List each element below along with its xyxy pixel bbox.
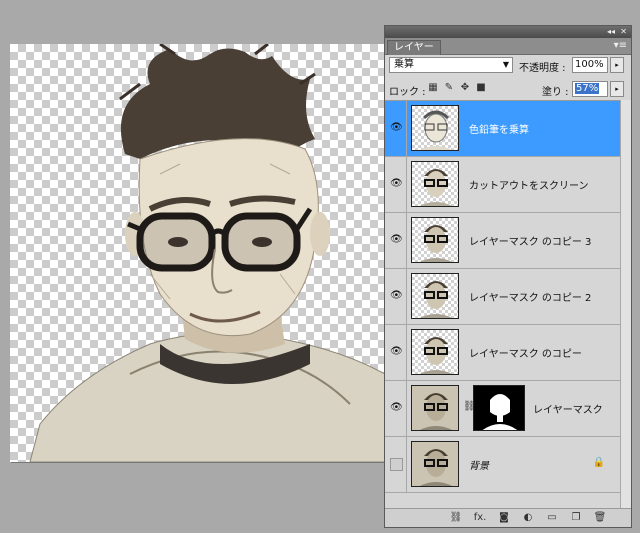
- visibility-toggle[interactable]: 👁: [385, 157, 407, 212]
- lock-label: ロック :: [389, 87, 426, 98]
- layer-thumbnail: [411, 441, 459, 487]
- eye-icon: 👁: [390, 178, 403, 189]
- layer-thumbnail: [411, 161, 459, 207]
- layer-thumbnail: [411, 329, 459, 375]
- layer-thumbnail: [411, 217, 459, 263]
- layer-name[interactable]: レイヤーマスク のコピー 2: [469, 289, 591, 304]
- layer-thumbnail: [411, 273, 459, 319]
- visibility-toggle[interactable]: 👁: [385, 101, 407, 156]
- panel-bottom-toolbar: ⛓ fx. ◙ ◐ ▭ ❐ 🗑: [385, 508, 631, 527]
- fill-label: 塗り :: [542, 87, 569, 98]
- portrait-image: [29, 44, 385, 462]
- layer-name[interactable]: カットアウトをスクリーン: [469, 177, 589, 192]
- blend-row: 乗算 ▼ 不透明度 : 100% ▸: [389, 57, 627, 75]
- close-icon[interactable]: ✕: [620, 27, 627, 37]
- layer-row[interactable]: 背景 🔒: [385, 437, 631, 493]
- blend-mode-value: 乗算: [394, 59, 414, 70]
- layer-name[interactable]: レイヤーマスク のコピー 3: [469, 233, 591, 248]
- link-layers-icon[interactable]: ⛓: [449, 511, 463, 525]
- lock-all-icon[interactable]: ■: [475, 82, 487, 94]
- visibility-toggle[interactable]: [385, 437, 407, 492]
- layer-name[interactable]: 背景: [469, 457, 489, 472]
- lock-pixels-icon[interactable]: ✎: [443, 82, 455, 94]
- layer-name[interactable]: レイヤーマスク: [533, 401, 603, 416]
- eye-icon: 👁: [390, 290, 403, 301]
- layer-name[interactable]: レイヤーマスク のコピー: [469, 345, 582, 360]
- lock-transparency-icon[interactable]: ▦: [427, 82, 439, 94]
- panel-menu-icon[interactable]: ▾≡: [614, 40, 627, 52]
- layer-thumbnail: [411, 385, 459, 431]
- eye-icon: 👁: [390, 402, 403, 413]
- document-canvas[interactable]: [10, 44, 385, 462]
- layer-row[interactable]: 👁 カットアウトをスクリーン: [385, 157, 631, 213]
- eye-icon: 👁: [390, 122, 403, 133]
- opacity-input[interactable]: 100%: [572, 57, 608, 73]
- layer-name[interactable]: 色鉛筆を乗算: [469, 121, 529, 136]
- blend-mode-select[interactable]: 乗算 ▼: [389, 57, 513, 73]
- lock-icon: 🔒: [592, 457, 605, 468]
- fill-slider-button[interactable]: ▸: [610, 81, 624, 97]
- layer-row[interactable]: 👁 ⛓ レイヤーマスク: [385, 381, 631, 437]
- layer-row[interactable]: 👁 レイヤーマスク のコピー 3: [385, 213, 631, 269]
- layer-row[interactable]: 👁 レイヤーマスク のコピー 2: [385, 269, 631, 325]
- visibility-toggle[interactable]: 👁: [385, 325, 407, 380]
- adjustment-icon[interactable]: ◐: [521, 511, 535, 525]
- eye-icon: 👁: [390, 346, 403, 357]
- collapse-icon[interactable]: ◂◂: [607, 27, 615, 37]
- layer-thumbnail: [411, 105, 459, 151]
- layer-row[interactable]: 👁 レイヤーマスク のコピー: [385, 325, 631, 381]
- layers-panel: ◂◂ ✕ レイヤー ▾≡ 乗算 ▼ 不透明度 : 100% ▸ ロック : ▦ …: [384, 25, 632, 528]
- tab-layers[interactable]: レイヤー: [387, 40, 441, 55]
- fill-input[interactable]: 57%: [572, 81, 608, 97]
- lock-row: ロック : ▦ ✎ ✥ ■ 塗り : 57% ▸: [389, 81, 627, 99]
- opacity-slider-button[interactable]: ▸: [610, 57, 624, 73]
- lock-position-icon[interactable]: ✥: [459, 82, 471, 94]
- layer-row[interactable]: 👁 色鉛筆を乗算: [385, 101, 631, 157]
- eye-icon: 👁: [390, 234, 403, 245]
- opacity-label: 不透明度 :: [519, 63, 566, 74]
- trash-icon[interactable]: 🗑: [593, 511, 607, 525]
- visibility-toggle[interactable]: 👁: [385, 269, 407, 324]
- chevron-down-icon: ▼: [502, 60, 509, 69]
- layer-list-scrollbar[interactable]: [620, 100, 631, 511]
- panel-tabbar: レイヤー ▾≡: [385, 38, 631, 55]
- visibility-toggle[interactable]: 👁: [385, 381, 407, 436]
- fill-value: 57%: [575, 83, 600, 94]
- new-layer-icon[interactable]: ❐: [569, 511, 583, 525]
- mask-icon[interactable]: ◙: [497, 511, 511, 525]
- fx-icon[interactable]: fx.: [473, 511, 487, 525]
- layer-mask-thumbnail[interactable]: [473, 385, 525, 431]
- layer-list: 👁 色鉛筆を乗算 👁 カットアウトをスクリーン 👁 レイヤーマスク のコピー 3…: [385, 100, 631, 501]
- hidden-eye-icon: [390, 458, 403, 471]
- panel-titlebar[interactable]: ◂◂ ✕: [385, 26, 631, 38]
- visibility-toggle[interactable]: 👁: [385, 213, 407, 268]
- group-icon[interactable]: ▭: [545, 511, 559, 525]
